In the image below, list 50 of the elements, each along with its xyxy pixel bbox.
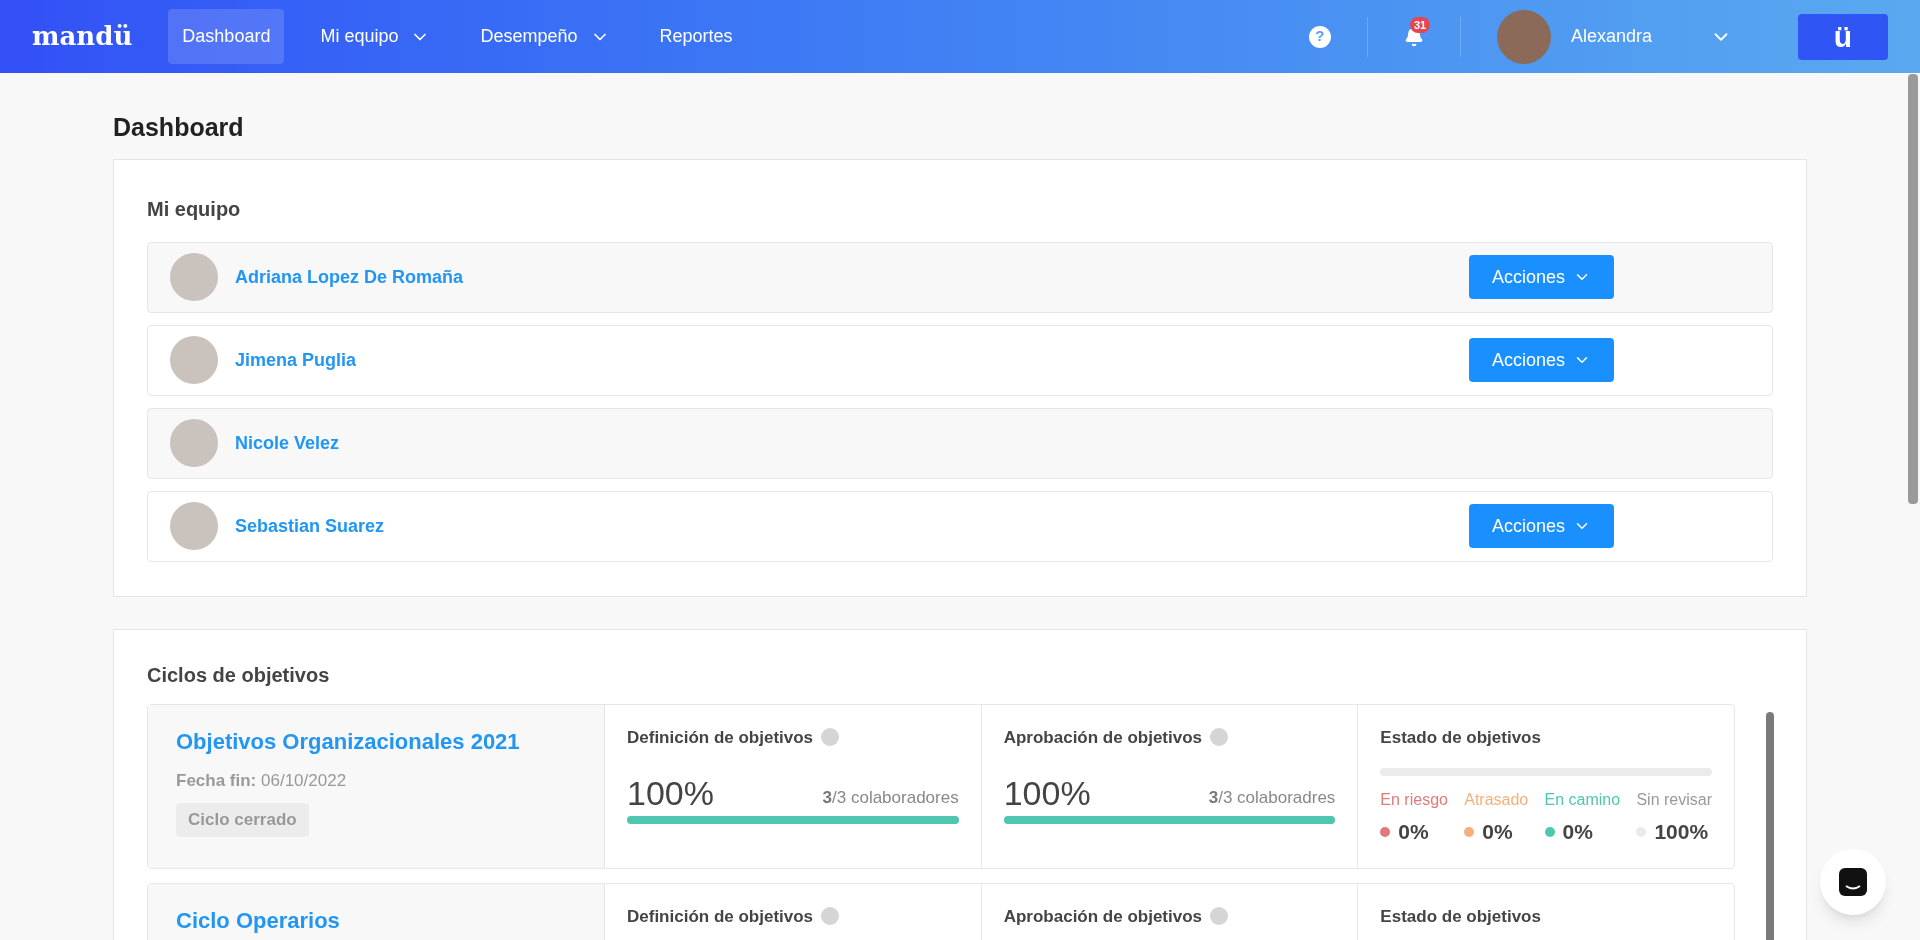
collaborators-count: 3/3 colaboradres (1208, 786, 1336, 809)
member-name[interactable]: Nicole Velez (235, 429, 340, 457)
help-icon[interactable]: ? (1308, 25, 1331, 48)
legend-value: 100% (1654, 819, 1709, 845)
nav-item[interactable]: Dashboard (168, 9, 285, 64)
status-tag: Ciclo cerrado (176, 803, 309, 837)
legend-value: 0% (1482, 819, 1513, 845)
nav-item[interactable]: Desempeño (466, 9, 624, 64)
logo[interactable]: mandü (32, 17, 133, 56)
collaborators-count: 3/3 colaboradores (822, 786, 959, 809)
section-title: Ciclos de objetivos (147, 662, 331, 688)
help-icon (821, 728, 840, 747)
member-name[interactable]: Adriana Lopez De Romaña (235, 263, 464, 291)
legend-label: En camino (1544, 790, 1621, 810)
page-title: Dashboard (113, 112, 245, 143)
avatar (170, 253, 218, 301)
brand-button[interactable]: ü (1798, 13, 1888, 60)
legend-label: En riesgo (1380, 790, 1448, 810)
nav-item[interactable]: Reportes (645, 9, 747, 64)
help-icon (1210, 907, 1229, 926)
help-icon (1210, 728, 1229, 747)
nav-item[interactable]: Mi equipo (306, 9, 445, 64)
end-date: Fecha fin: 06/10/2022 (176, 769, 347, 792)
member-name[interactable]: Sebastian Suarez (235, 512, 385, 540)
section-title: Mi equipo (147, 196, 242, 222)
avatar (170, 502, 218, 550)
legend-label: Sin revisar (1636, 790, 1712, 810)
actions-button[interactable]: Acciones (1469, 255, 1614, 299)
notification-badge: 31 (1409, 16, 1431, 33)
actions-button[interactable]: Acciones (1469, 338, 1614, 382)
cycle-title[interactable]: Objetivos Organizacionales 2021 (176, 724, 520, 758)
legend-value: 0% (1562, 819, 1593, 845)
stage-title: Aprobación de objetivos (1003, 905, 1203, 928)
stage-percent: 100% (627, 776, 714, 810)
help-icon (821, 907, 840, 926)
stage-title: Estado de objetivos (1380, 726, 1542, 749)
avatar (170, 419, 218, 467)
stage-title: Definición de objetivos (627, 726, 814, 749)
stage-percent: 100% (1003, 776, 1091, 810)
actions-button[interactable]: Acciones (1469, 504, 1614, 548)
legend-label: Atrasado (1464, 790, 1529, 810)
stage-title: Estado de objetivos (1380, 905, 1542, 928)
member-name[interactable]: Jimena Puglia (235, 346, 357, 374)
chat-button[interactable] (1820, 849, 1886, 915)
avatar (170, 336, 218, 384)
chat-icon (1838, 867, 1868, 897)
stage-title: Definición de objetivos (627, 905, 814, 928)
stage-title: Aprobación de objetivos (1003, 726, 1203, 749)
user-name[interactable]: Alexandra (1570, 23, 1652, 50)
legend-value: 0% (1398, 819, 1429, 845)
